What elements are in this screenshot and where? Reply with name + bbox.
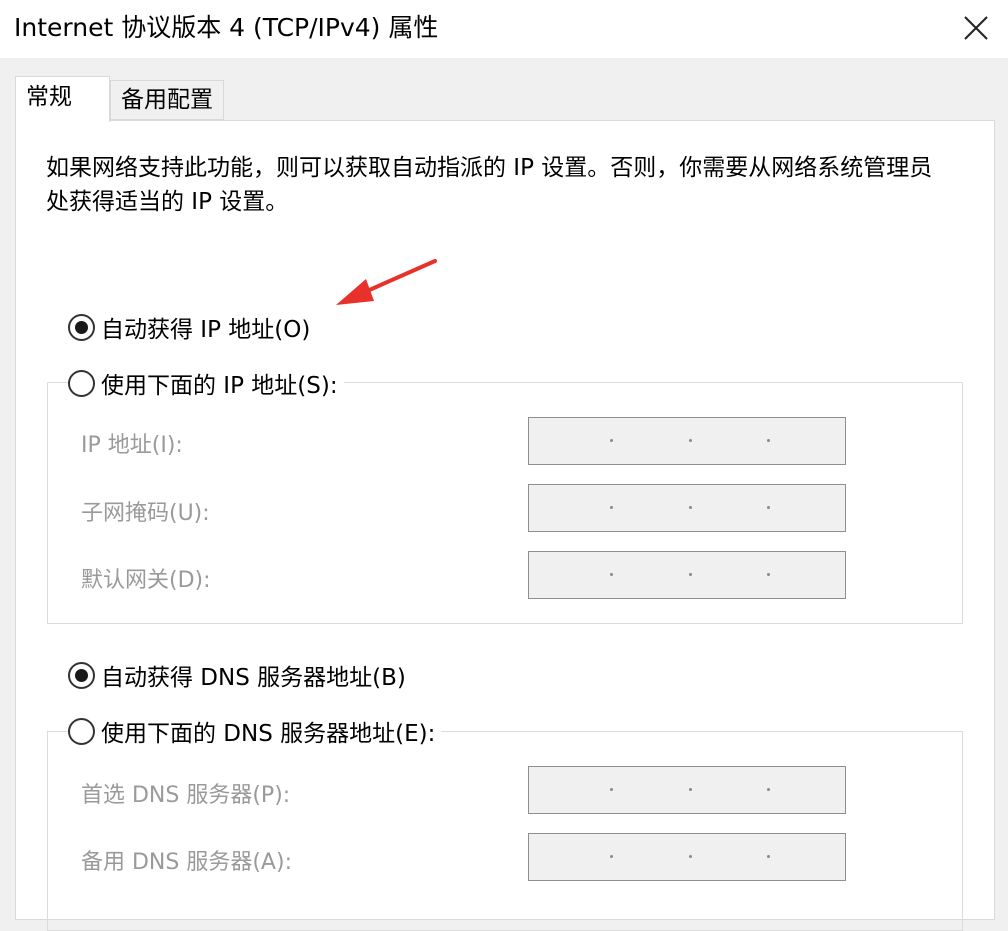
alternate-dns-input[interactable] [528,833,846,881]
annotation-arrow-icon [336,259,437,305]
radio-manual-dns-label: 使用下面的 DNS 服务器地址(E): [101,721,436,747]
radio-button-unchecked[interactable] [68,369,95,397]
radio-button-checked[interactable] [68,661,95,689]
subnet-mask-label: 子网掩码(U): [81,501,210,526]
ip-address-label: IP 地址(I): [81,433,183,458]
close-button[interactable] [948,6,1004,50]
radio-auto-ip-label: 自动获得 IP 地址(O) [101,317,311,343]
description-text: 如果网络支持此功能，则可以获取自动指派的 IP 设置。否则，你需要从网络系统管理… [46,155,933,215]
default-gateway-label: 默认网关(D): [81,568,211,593]
radio-button-checked[interactable] [68,313,95,341]
radio-manual-ip[interactable]: 使用下面的 IP 地址(S): [68,366,344,400]
window-title: Internet 协议版本 4 (TCP/IPv4) 属性 [14,13,439,42]
title-bar: Internet 协议版本 4 (TCP/IPv4) 属性 [0,0,1008,58]
radio-auto-dns[interactable]: 自动获得 DNS 服务器地址(B) [68,658,412,692]
close-icon [964,16,988,40]
radio-manual-dns[interactable]: 使用下面的 DNS 服务器地址(E): [68,714,442,748]
tab-general[interactable]: 常规 [15,76,110,122]
default-gateway-input[interactable] [528,551,846,599]
radio-button-unchecked[interactable] [68,717,95,745]
preferred-dns-label: 首选 DNS 服务器(P): [81,783,291,808]
subnet-mask-input[interactable] [528,484,846,532]
ip-address-input[interactable] [528,417,846,465]
radio-auto-dns-label: 自动获得 DNS 服务器地址(B) [101,665,406,691]
alternate-dns-label: 备用 DNS 服务器(A): [81,850,292,875]
manual-dns-groupbox [47,731,963,931]
radio-auto-ip[interactable]: 自动获得 IP 地址(O) [68,310,317,344]
tab-alternate-configuration[interactable]: 备用配置 [110,80,224,120]
preferred-dns-input[interactable] [528,766,846,814]
radio-manual-ip-label: 使用下面的 IP 地址(S): [101,373,338,399]
